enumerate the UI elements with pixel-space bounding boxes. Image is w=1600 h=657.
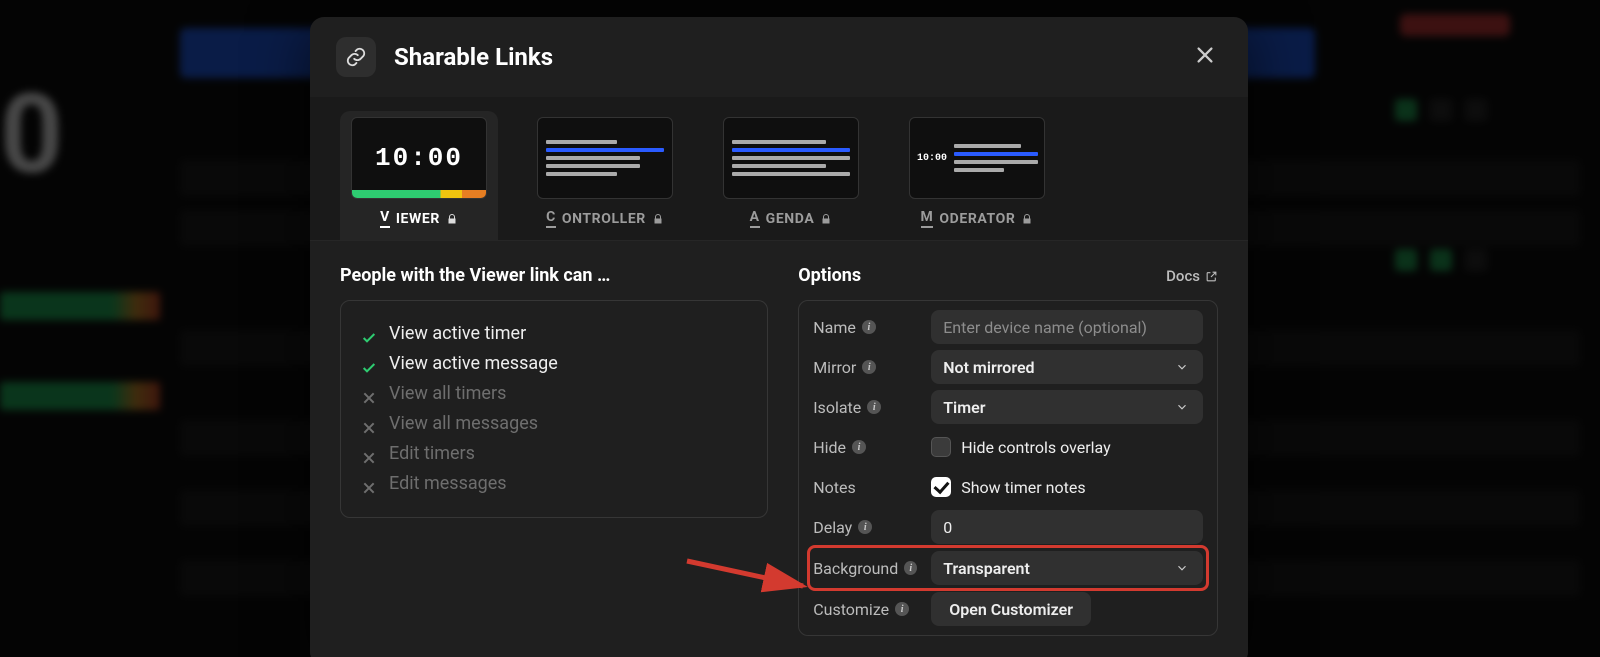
lock-icon (820, 213, 832, 225)
notes-checkbox-label: Show timer notes (961, 478, 1085, 497)
background-select[interactable]: Transparent (931, 551, 1203, 585)
hide-checkbox-label: Hide controls overlay (961, 438, 1110, 457)
modal-title: Sharable Links (394, 43, 553, 71)
tab-moderator-thumb: 10:00 (909, 117, 1045, 199)
lock-icon (652, 213, 664, 225)
mirror-select[interactable]: Not mirrored (931, 350, 1203, 384)
tab-agenda[interactable]: AGENDA (712, 111, 870, 240)
name-input[interactable] (931, 310, 1203, 344)
permissions-list: View active timer View active message Vi… (340, 300, 768, 518)
options-header: Options Docs (798, 265, 1218, 286)
permission-item: View active message (361, 349, 747, 379)
close-button[interactable] (1188, 38, 1222, 76)
info-icon[interactable]: i (858, 520, 872, 534)
delay-input[interactable] (931, 510, 1203, 544)
permission-item: View all messages (361, 409, 747, 439)
open-customizer-button[interactable]: Open Customizer (931, 592, 1091, 626)
check-icon (361, 356, 377, 372)
lock-icon (1021, 213, 1033, 225)
x-icon (361, 476, 377, 492)
notes-checkbox[interactable] (931, 477, 951, 497)
tab-controller-thumb (537, 117, 673, 199)
x-icon (361, 446, 377, 462)
option-isolate-row: Isolatei Timer (813, 387, 1203, 427)
tab-controller-label: ONTROLLER (562, 211, 646, 227)
options-form: Namei Mirrori Not mirrored Isolatei (798, 300, 1218, 636)
info-icon[interactable]: i (862, 360, 876, 374)
tab-controller[interactable]: CONTROLLER (526, 111, 684, 240)
isolate-select[interactable]: Timer (931, 390, 1203, 424)
option-hide-row: Hidei Hide controls overlay (813, 427, 1203, 467)
chevron-down-icon (1175, 359, 1191, 375)
x-icon (361, 416, 377, 432)
tab-viewer[interactable]: 10:00 VIEWER (340, 111, 498, 240)
info-icon[interactable]: i (852, 440, 866, 454)
option-background-row: Backgroundi Transparent (809, 547, 1207, 589)
info-icon[interactable]: i (862, 320, 876, 334)
x-icon (361, 386, 377, 402)
modal-header: Sharable Links (310, 17, 1248, 97)
info-icon[interactable]: i (895, 602, 909, 616)
sharable-links-modal: Sharable Links 10:00 VIEWER CONTROLLER (310, 17, 1248, 657)
permission-item: View active timer (361, 319, 747, 349)
hide-checkbox[interactable] (931, 437, 951, 457)
tab-moderator-label: ODERATOR (939, 211, 1015, 227)
option-name-row: Namei (813, 307, 1203, 347)
tab-viewer-label: IEWER (396, 211, 440, 227)
permissions-header: People with the Viewer link can … (340, 265, 768, 286)
options-column: Options Docs Namei Mirrori Not mirrored (798, 265, 1218, 636)
info-icon[interactable]: i (867, 400, 881, 414)
check-icon (361, 326, 377, 342)
tab-viewer-thumb: 10:00 (351, 117, 487, 199)
permission-item: Edit messages (361, 469, 747, 499)
permissions-column: People with the Viewer link can … View a… (340, 265, 768, 636)
tab-agenda-label: GENDA (766, 211, 815, 227)
chevron-down-icon (1175, 399, 1191, 415)
lock-icon (446, 213, 458, 225)
option-notes-row: Notes Show timer notes (813, 467, 1203, 507)
link-icon (336, 37, 376, 77)
permission-item: Edit timers (361, 439, 747, 469)
option-mirror-row: Mirrori Not mirrored (813, 347, 1203, 387)
docs-link[interactable]: Docs (1166, 267, 1218, 285)
info-icon[interactable]: i (904, 561, 917, 575)
tab-agenda-thumb (723, 117, 859, 199)
tab-moderator[interactable]: 10:00 MODERATOR (898, 111, 1056, 240)
option-delay-row: Delayi (813, 507, 1203, 547)
link-type-tabs: 10:00 VIEWER CONTROLLER AGENDA 10:0 (310, 97, 1248, 241)
option-customize-row: Customizei Open Customizer (813, 589, 1203, 629)
external-link-icon (1205, 269, 1218, 282)
chevron-down-icon (1175, 560, 1191, 576)
permission-item: View all timers (361, 379, 747, 409)
